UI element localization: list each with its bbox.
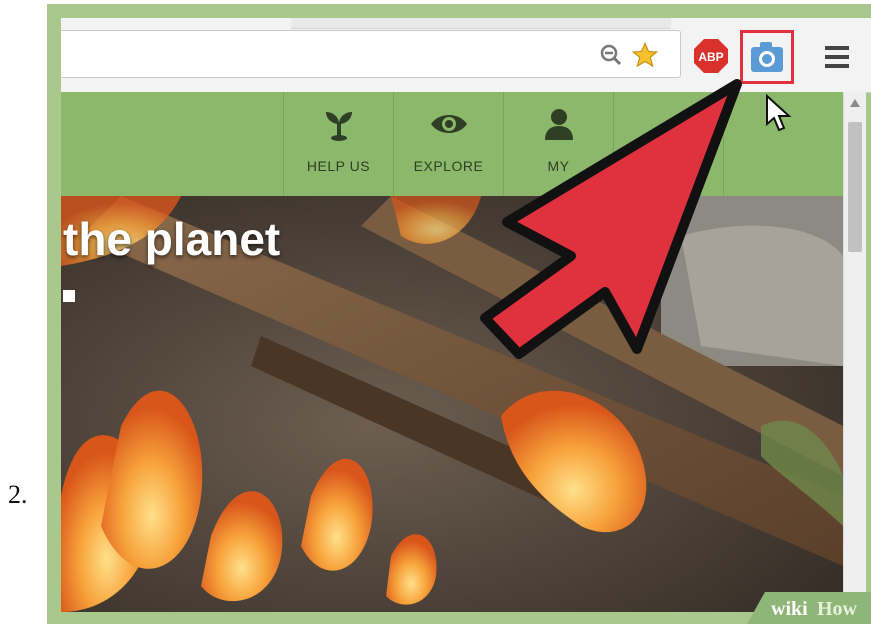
adblock-plus-icon: ABP	[694, 39, 728, 73]
screenshot-camera-button[interactable]	[747, 38, 787, 76]
svg-text:wiki: wiki	[771, 598, 808, 620]
svg-text:ABP: ABP	[698, 50, 723, 64]
tab-strip	[291, 18, 671, 29]
mouse-cursor-icon	[766, 94, 792, 132]
hamburger-menu-icon	[825, 46, 849, 68]
nav-label: HELP US	[306, 158, 371, 174]
svg-text:How: How	[817, 598, 858, 620]
zoom-out-icon[interactable]	[597, 41, 625, 69]
adblock-plus-button[interactable]: ABP	[693, 38, 729, 74]
vertical-scrollbar[interactable]	[843, 92, 866, 612]
step-number: 2.	[8, 480, 28, 509]
scroll-thumb[interactable]	[848, 122, 862, 252]
scroll-up-arrow-icon[interactable]	[844, 92, 866, 114]
sprout-icon	[284, 106, 393, 142]
screenshot-frame: ABP HELP US EXPLORE MY the planet wiki H…	[47, 4, 871, 624]
wikihow-watermark: wiki How	[747, 592, 871, 624]
hero-title: the planet	[63, 213, 281, 265]
red-pointer-arrow	[480, 79, 742, 359]
browser-menu-button[interactable]	[819, 42, 855, 72]
camera-icon	[751, 42, 783, 72]
address-bar[interactable]	[61, 30, 681, 78]
hero-bullet	[63, 290, 75, 302]
bookmark-star-icon[interactable]	[631, 41, 659, 69]
nav-item-help-us[interactable]: HELP US	[283, 92, 393, 196]
